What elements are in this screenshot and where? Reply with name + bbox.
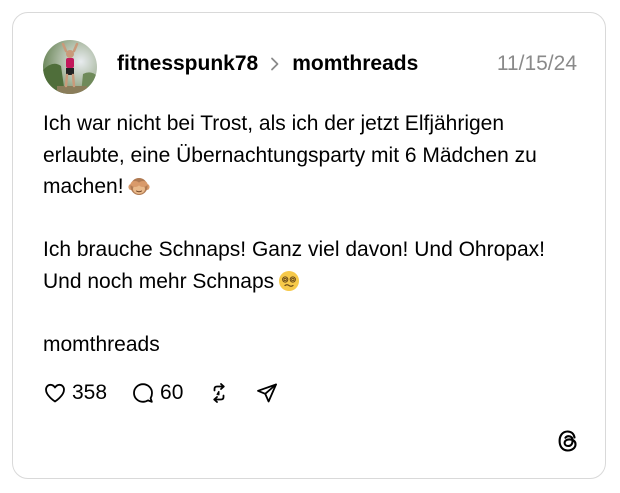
like-button[interactable]: 358 [43,381,107,405]
post-date: 11/15/24 [496,52,577,75]
post-body: Ich war nicht bei Trost, als ich der jet… [43,108,583,360]
post-actions: 358 60 [43,378,303,408]
paragraph-text[interactable]: momthreads [43,333,160,356]
paragraph-text: Ich war nicht bei Trost, als ich der jet… [43,112,537,198]
post-card: fitnesspunk78 momthreads 11/15/24 Ich wa… [12,12,606,479]
see-no-evil-monkey-emoji [127,175,150,197]
post-paragraph: Ich war nicht bei Trost, als ich der jet… [43,108,583,203]
woozy-face-emoji [278,270,300,292]
share-button[interactable] [255,381,279,405]
community-name[interactable]: momthreads [292,52,418,76]
post-header: fitnesspunk78 momthreads 11/15/24 [117,51,577,77]
reply-count: 60 [160,381,184,404]
comment-icon [133,383,153,403]
username[interactable]: fitnesspunk78 [117,52,258,76]
repost-icon [213,383,226,403]
post-paragraph: momthreads [43,329,583,361]
heart-icon [45,383,65,403]
post-paragraph: Ich brauche Schnaps! Ganz viel davon! Un… [43,234,583,297]
share-icon [257,383,278,403]
chevron-right-icon [270,57,280,71]
repost-button[interactable] [207,381,231,405]
threads-logo-icon[interactable] [555,428,581,454]
like-count: 358 [72,381,108,404]
avatar[interactable] [43,40,97,94]
reply-button[interactable]: 60 [131,381,183,405]
